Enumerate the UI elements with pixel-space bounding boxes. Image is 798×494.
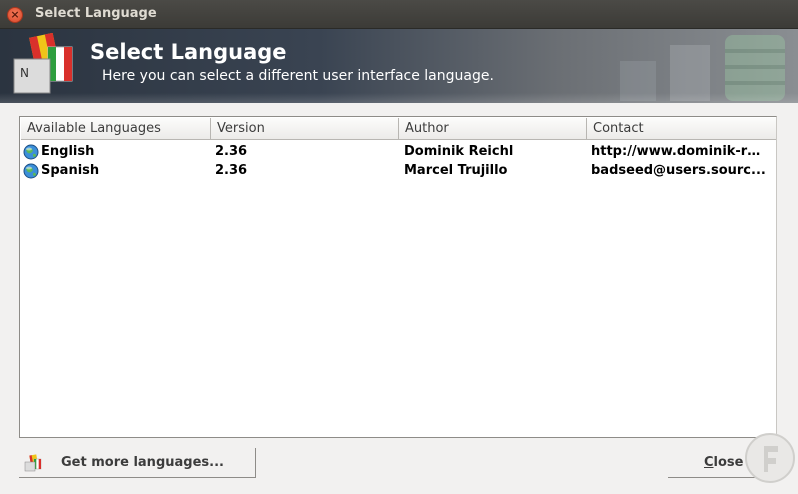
globe-icon: [23, 144, 39, 159]
cell-version: 2.36: [215, 144, 248, 159]
table-row[interactable]: Spanish 2.36 Marcel Trujillo badseed@use…: [21, 161, 776, 180]
language-list[interactable]: Available Languages Version Author Conta…: [19, 116, 777, 438]
language-name: Spanish: [41, 163, 100, 178]
banner-subtitle: Here you can select a different user int…: [102, 68, 494, 84]
column-header-language[interactable]: Available Languages: [21, 118, 211, 140]
table-row[interactable]: English 2.36 Dominik Reichl http://www.d…: [21, 142, 776, 161]
close-button-label: Close: [704, 455, 744, 470]
list-header: Available Languages Version Author Conta…: [21, 118, 776, 140]
site-logo-icon: [745, 433, 795, 483]
column-header-author[interactable]: Author: [399, 118, 587, 140]
cell-contact: http://www.dominik-re...: [591, 144, 767, 159]
dialog-banner: N Select Language Here you can select a …: [0, 29, 798, 103]
banner-decoration: [620, 35, 785, 101]
column-header-contact[interactable]: Contact: [587, 118, 776, 140]
cell-author: Dominik Reichl: [404, 144, 514, 159]
window-titlebar: × Select Language: [0, 0, 798, 29]
column-header-version[interactable]: Version: [211, 118, 399, 140]
banner-title: Select Language: [90, 40, 287, 64]
globe-icon: [23, 163, 39, 178]
svg-text:N: N: [20, 66, 29, 80]
get-more-languages-label: Get more languages...: [61, 455, 224, 470]
cell-version: 2.36: [215, 163, 248, 178]
close-icon[interactable]: ×: [7, 7, 23, 23]
cell-language: English: [21, 142, 211, 161]
cell-language: Spanish: [21, 161, 211, 180]
language-flags-icon: N: [13, 33, 73, 94]
window-title: Select Language: [35, 6, 157, 21]
language-flags-icon: [24, 454, 42, 472]
cell-contact: badseed@users.sourc...: [591, 163, 766, 178]
language-name: English: [41, 144, 95, 159]
cell-author: Marcel Trujillo: [404, 163, 508, 178]
get-more-languages-button[interactable]: Get more languages...: [19, 448, 256, 478]
